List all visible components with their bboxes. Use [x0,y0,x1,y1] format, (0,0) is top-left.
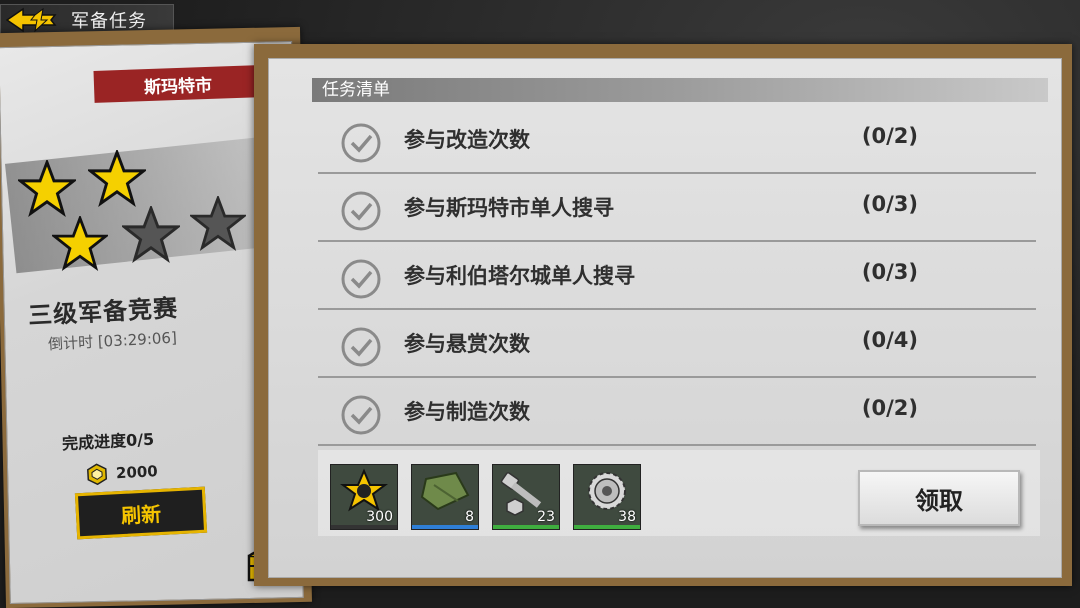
city-tag: 斯玛特市 [93,65,263,103]
check-circle-icon [341,395,381,435]
task-list-header: 任务清单 [312,78,1048,102]
task-row: 参与利伯塔尔城单人搜寻 (0/3) [318,242,1036,310]
check-circle-icon [341,259,381,299]
page-title: 军备任务 [71,11,147,32]
task-label: 参与改造次数 [404,128,530,152]
reward-count: 38 [618,509,636,525]
reward-item[interactable]: 300 [330,464,398,530]
reward-item[interactable]: 23 [492,464,560,530]
task-progress: (0/3) [861,192,918,216]
star-filled-icon [52,216,108,272]
task-row: 参与斯玛特市单人搜寻 (0/3) [318,174,1036,242]
check-circle-icon [341,191,381,231]
task-row: 参与制造次数 (0/2) [318,378,1036,446]
coin-icon [87,463,108,486]
reward-count: 23 [537,509,555,525]
reward-item[interactable]: 8 [411,464,479,530]
task-progress: (0/3) [861,260,918,284]
star-empty-icon [122,206,180,263]
task-label: 参与悬赏次数 [404,332,530,356]
refresh-cost: 2000 [85,460,158,486]
task-row: 参与改造次数 (0/2) [318,106,1036,174]
reward-item[interactable]: 38 [573,464,641,530]
claim-button[interactable]: 领取 [858,470,1020,526]
completion-progress: 完成进度0/5 [61,429,155,454]
rarity-bar [331,525,397,529]
star-empty-icon [190,196,246,252]
task-progress: (0/2) [861,396,918,420]
rarity-bar [574,525,640,529]
coin-amount: 2000 [115,462,159,483]
task-progress: (0/2) [861,124,918,148]
task-label: 参与斯玛特市单人搜寻 [404,196,614,220]
refresh-button[interactable]: 刷新 [74,486,208,540]
star-filled-icon [18,160,76,217]
task-label: 参与利伯塔尔城单人搜寻 [404,264,635,288]
check-circle-icon [341,327,381,367]
task-label: 参与制造次数 [404,400,530,424]
task-row: 参与悬赏次数 (0/4) [318,310,1036,378]
reward-count: 300 [366,509,393,525]
back-arrow-icon [5,7,57,33]
rarity-bar [493,525,559,529]
rarity-bar [412,525,478,529]
task-progress: (0/4) [861,328,918,352]
star-filled-icon [88,150,146,207]
check-circle-icon [341,123,381,163]
reward-count: 8 [465,509,474,525]
back-button[interactable] [1,5,65,35]
